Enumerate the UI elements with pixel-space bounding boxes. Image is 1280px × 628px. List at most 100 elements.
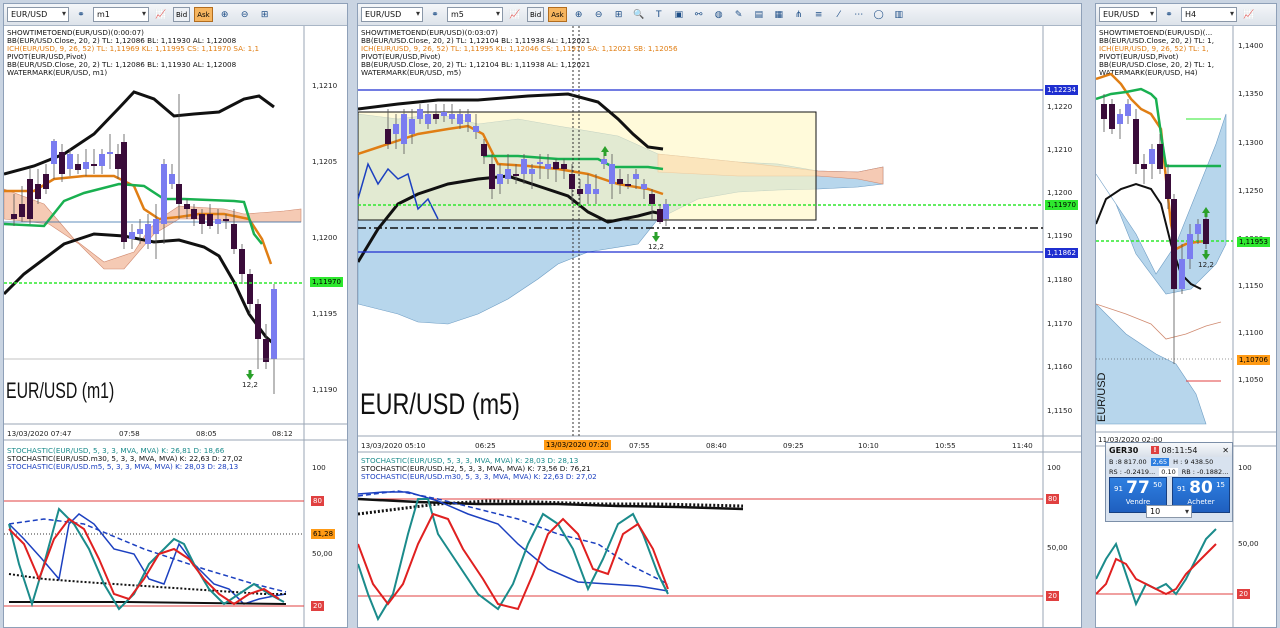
candle-body: [1203, 219, 1209, 244]
sell-price: 77: [1126, 478, 1150, 498]
candle-body: [153, 219, 159, 234]
candle-body: [1117, 114, 1123, 124]
rb-info: RB : -0.1882...: [1181, 468, 1229, 476]
candle-body: [247, 274, 253, 304]
y-label-3: 1,1190: [1047, 231, 1073, 240]
bollinger-upper: [4, 90, 275, 176]
candle-body: [191, 209, 197, 219]
candle-body: [1109, 104, 1115, 129]
stoch-m30-flat: [9, 601, 287, 605]
stoch-y-50: 50,00: [312, 549, 333, 558]
y-label-6: 1,1100: [1238, 328, 1264, 337]
candle-body: [1179, 259, 1185, 289]
candle-body: [107, 152, 113, 154]
candle-body: [617, 179, 623, 184]
stoch-y-100: 100: [1238, 463, 1252, 472]
candle-body: [35, 184, 41, 199]
stoch-k-line: [8, 507, 285, 611]
candle-body: [553, 162, 559, 169]
legend-line: STOCHASTIC(EUR/USD.m30, 5, 3, 3, MVA, MV…: [361, 472, 597, 481]
symbol-name: GER30: [1109, 445, 1139, 455]
sell-prefix: 91: [1114, 485, 1123, 493]
y-label-0: 1,1210: [312, 81, 338, 90]
candle-body: [569, 174, 575, 189]
candle-body: [409, 119, 415, 134]
range-box: [358, 111, 817, 221]
candle-body: [83, 162, 89, 169]
candle-body: [59, 152, 65, 174]
candle-body: [161, 164, 167, 224]
x-label-0: 13/03/2020 05:10: [361, 441, 426, 450]
ichimoku-cloud-lower: [1096, 303, 1207, 425]
candle-body: [75, 164, 81, 170]
candle-body: [497, 174, 503, 184]
x-label-3: 08:12: [272, 429, 293, 438]
price-tag-high: 1,12234: [1045, 85, 1078, 95]
candle-body: [1149, 149, 1155, 164]
x-highlight-label: 13/03/2020 07:20: [544, 440, 611, 450]
candle-body: [433, 114, 439, 119]
candle-body: [1133, 119, 1139, 164]
candle-body: [231, 224, 237, 249]
candle-body: [67, 154, 73, 169]
stoch-y-50: 50,00: [1047, 543, 1068, 552]
y-label-4: 1,1190: [312, 385, 338, 394]
arrow-label: 12,2: [242, 380, 259, 389]
mid-info: 0.10: [1159, 468, 1178, 476]
candle-body: [625, 184, 631, 186]
sell-sup: 50: [1153, 481, 1162, 489]
stoch-y-80: 80: [1046, 494, 1059, 504]
quantity-value: 10: [1150, 507, 1161, 516]
clock-time: 08:11:54: [1161, 445, 1198, 455]
candle-body: [401, 114, 407, 144]
price-tag-current: 1,11970: [1045, 200, 1078, 210]
candle-body: [215, 219, 221, 224]
y-label-5: 1,1150: [1238, 281, 1264, 290]
candle-body: [601, 159, 607, 164]
price-tag-current: 1,11953: [1237, 237, 1270, 247]
candle-body: [529, 169, 535, 174]
candle-body: [184, 204, 190, 209]
candle-body: [577, 189, 583, 194]
x-label-1: 07:58: [119, 429, 140, 438]
quantity-select[interactable]: 10: [1146, 505, 1192, 518]
buy-sup: 15: [1216, 481, 1225, 489]
candle-body: [263, 339, 269, 362]
y-label-2: 1,1200: [312, 233, 338, 242]
m5-chart-canvas: [358, 26, 1081, 627]
candle-body: [537, 162, 543, 164]
y-label-4: 1,1180: [1047, 275, 1073, 284]
x-label-7: 11:40: [1012, 441, 1033, 450]
candle-body: [1141, 164, 1147, 169]
alert-icon[interactable]: !: [1151, 446, 1159, 454]
y-label-1: 1,1210: [1047, 145, 1073, 154]
candle-body: [449, 114, 455, 119]
stoch-y-80: 80: [311, 496, 324, 506]
watermark-label: EUR/USD: [1096, 372, 1108, 422]
stoch-y-20: 20: [311, 601, 324, 611]
y-label-2: 1,1300: [1238, 138, 1264, 147]
candle-body: [1171, 199, 1177, 289]
stoch-y-100: 100: [312, 463, 326, 472]
high-info: H : 9 438.50: [1173, 458, 1214, 466]
close-icon[interactable]: ✕: [1222, 446, 1229, 455]
candle-body: [649, 194, 655, 204]
ticket-row-2: RS : -0.2419... 0.10 RB : -0.1882...: [1106, 467, 1232, 477]
candle-body: [663, 204, 669, 219]
stoch-value-tag: 61,28: [311, 529, 336, 539]
y-label-6: 1,1160: [1047, 362, 1073, 371]
candle-body: [513, 174, 519, 176]
candle-body: [11, 214, 17, 219]
y-label-3: 1,1195: [312, 309, 338, 318]
y-label-0: 1,1220: [1047, 102, 1073, 111]
candle-body: [91, 164, 97, 166]
candle-body: [545, 164, 551, 169]
y-label-5: 1,1170: [1047, 319, 1073, 328]
candle-body: [1165, 174, 1171, 199]
candle-body: [1157, 144, 1163, 169]
candle-body: [417, 109, 423, 119]
candle-body: [1125, 104, 1131, 116]
candle-body: [1195, 224, 1201, 234]
candle-body: [473, 126, 479, 132]
legend-line: STOCHASTIC(EUR/USD.m5, 5, 3, 3, MVA, MVA…: [7, 462, 239, 471]
